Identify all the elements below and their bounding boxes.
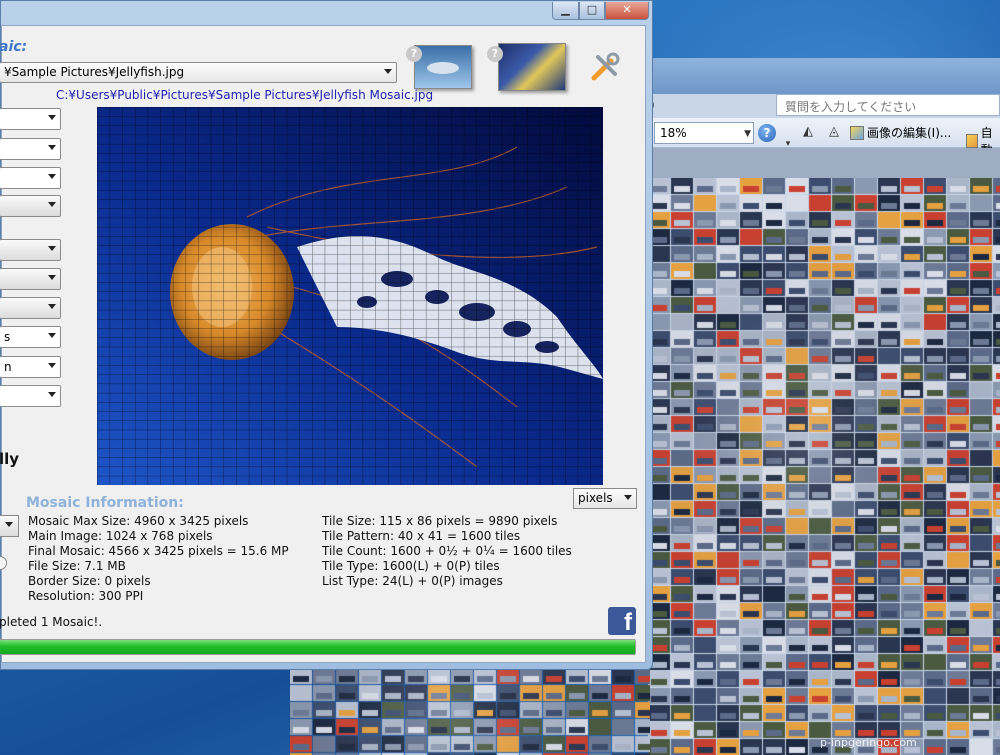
left-partial-select[interactable]	[0, 515, 19, 537]
option-select-3[interactable]	[0, 167, 61, 189]
help-icon-1[interactable]: ?	[406, 46, 422, 62]
chevron-down-icon	[48, 304, 56, 309]
units-value: pixels	[578, 491, 613, 505]
help-icon-2[interactable]: ?	[487, 46, 503, 62]
mosaic-app-window: ▁ □ ✕ aic: ¥Sample Pictures¥Jellyfish.jp…	[0, 0, 653, 670]
option-select-2[interactable]	[0, 138, 61, 160]
close-button[interactable]: ✕	[605, 2, 649, 20]
info-left-line-5: Border Size: 0 pixels	[28, 574, 151, 588]
progress-bar	[0, 639, 636, 655]
chevron-down-icon	[5, 522, 13, 527]
option-select-7[interactable]	[0, 297, 61, 319]
option-select-4[interactable]	[0, 195, 61, 217]
info-left-line-4: File Size: 7.1 MB	[28, 559, 126, 573]
info-left-line-6: Resolution: 300 PPI	[28, 589, 144, 603]
option-select-9[interactable]: n	[0, 356, 61, 378]
edit-image-icon	[850, 125, 864, 140]
word-window-frame	[648, 58, 1000, 94]
units-select[interactable]: pixels	[573, 488, 637, 509]
mosaic-information-heading: Mosaic Information:	[26, 495, 184, 511]
main-image-path: ¥Sample Pictures¥Jellyfish.jpg	[4, 65, 185, 79]
mosaic-preview[interactable]	[97, 107, 603, 485]
chevron-down-icon	[48, 363, 56, 368]
info-right-line-3: Tile Count: 1600 + 0½ + 0¼ = 1600 tiles	[322, 544, 572, 558]
zoom-select[interactable]: 18% ▼	[654, 122, 754, 144]
chevron-down-icon	[48, 392, 56, 397]
info-right-line-1: Tile Size: 115 x 86 pixels = 9890 pixels	[322, 514, 558, 528]
info-left-line-1: Mosaic Max Size: 4960 x 3425 pixels	[28, 514, 249, 528]
chevron-down-icon	[48, 333, 56, 338]
facebook-icon[interactable]: f	[608, 607, 636, 636]
option-select-6[interactable]	[0, 268, 61, 290]
chevron-down-icon	[48, 145, 56, 150]
progress-fill	[0, 640, 635, 654]
info-right-line-2: Tile Pattern: 40 x 41 = 1600 tiles	[322, 529, 521, 543]
option-select-8[interactable]: s	[0, 326, 61, 348]
edit-image-label: 画像の編集(I)...	[867, 126, 952, 140]
document-ruler-area	[648, 148, 1000, 178]
info-left-line-2: Main Image: 1024 x 768 pixels	[28, 529, 213, 543]
option-select-5[interactable]	[0, 239, 61, 261]
watermark-text: p-inpgeringo.com	[820, 736, 917, 749]
brightness-icon[interactable]: ◬	[826, 124, 842, 140]
output-path-link[interactable]: C:¥Users¥Public¥Pictures¥Sample Pictures…	[56, 88, 433, 102]
help-search-input[interactable]: 質問を入力してください	[776, 94, 1000, 116]
info-right-line-4: Tile Type: 1600(L) + 0(P) tiles	[322, 559, 500, 573]
help-icon[interactable]: ?	[758, 124, 776, 142]
edit-image-button[interactable]: 画像の編集(I)...	[850, 124, 951, 141]
maximize-button[interactable]: □	[579, 2, 605, 20]
tiles-image-thumbnail[interactable]	[498, 43, 566, 91]
chevron-down-icon	[48, 115, 56, 120]
chevron-down-icon	[48, 202, 56, 207]
info-left-line-3: Final Mosaic: 4566 x 3425 pixels = 15.6 …	[28, 544, 289, 558]
jellyfish-preview-image	[97, 107, 603, 485]
chevron-down-icon: ▼	[744, 129, 751, 139]
info-right-line-5: List Type: 24(L) + 0(P) images	[322, 574, 503, 588]
option-heading-fragment: lly	[0, 450, 20, 468]
main-image-select[interactable]: ¥Sample Pictures¥Jellyfish.jpg	[0, 62, 397, 83]
mosaic-document-image	[648, 178, 1000, 755]
chevron-down-icon	[48, 275, 56, 280]
chevron-down-icon	[48, 174, 56, 179]
title-bar[interactable]: ▁ □ ✕	[1, 1, 653, 25]
auto-icon	[966, 134, 978, 148]
chevron-down-icon	[48, 246, 56, 251]
status-text: pleted 1 Mosaic!.	[0, 615, 103, 629]
option-select-1[interactable]	[0, 108, 61, 130]
mosaic-document-image-lower	[290, 668, 650, 755]
contrast-up-icon[interactable]: ◭	[800, 124, 816, 140]
mosaic-label: aic:	[0, 39, 28, 55]
minimize-button[interactable]: ▁	[552, 2, 579, 20]
main-image-thumbnail[interactable]	[414, 45, 472, 89]
chevron-down-icon	[384, 69, 392, 74]
option-select-10[interactable]	[0, 385, 61, 407]
option-select-9-value: n	[4, 360, 12, 374]
tools-icon[interactable]	[589, 51, 621, 83]
zoom-value: 18%	[660, 126, 687, 140]
chevron-down-icon	[624, 495, 632, 500]
option-select-8-value: s	[4, 330, 11, 344]
